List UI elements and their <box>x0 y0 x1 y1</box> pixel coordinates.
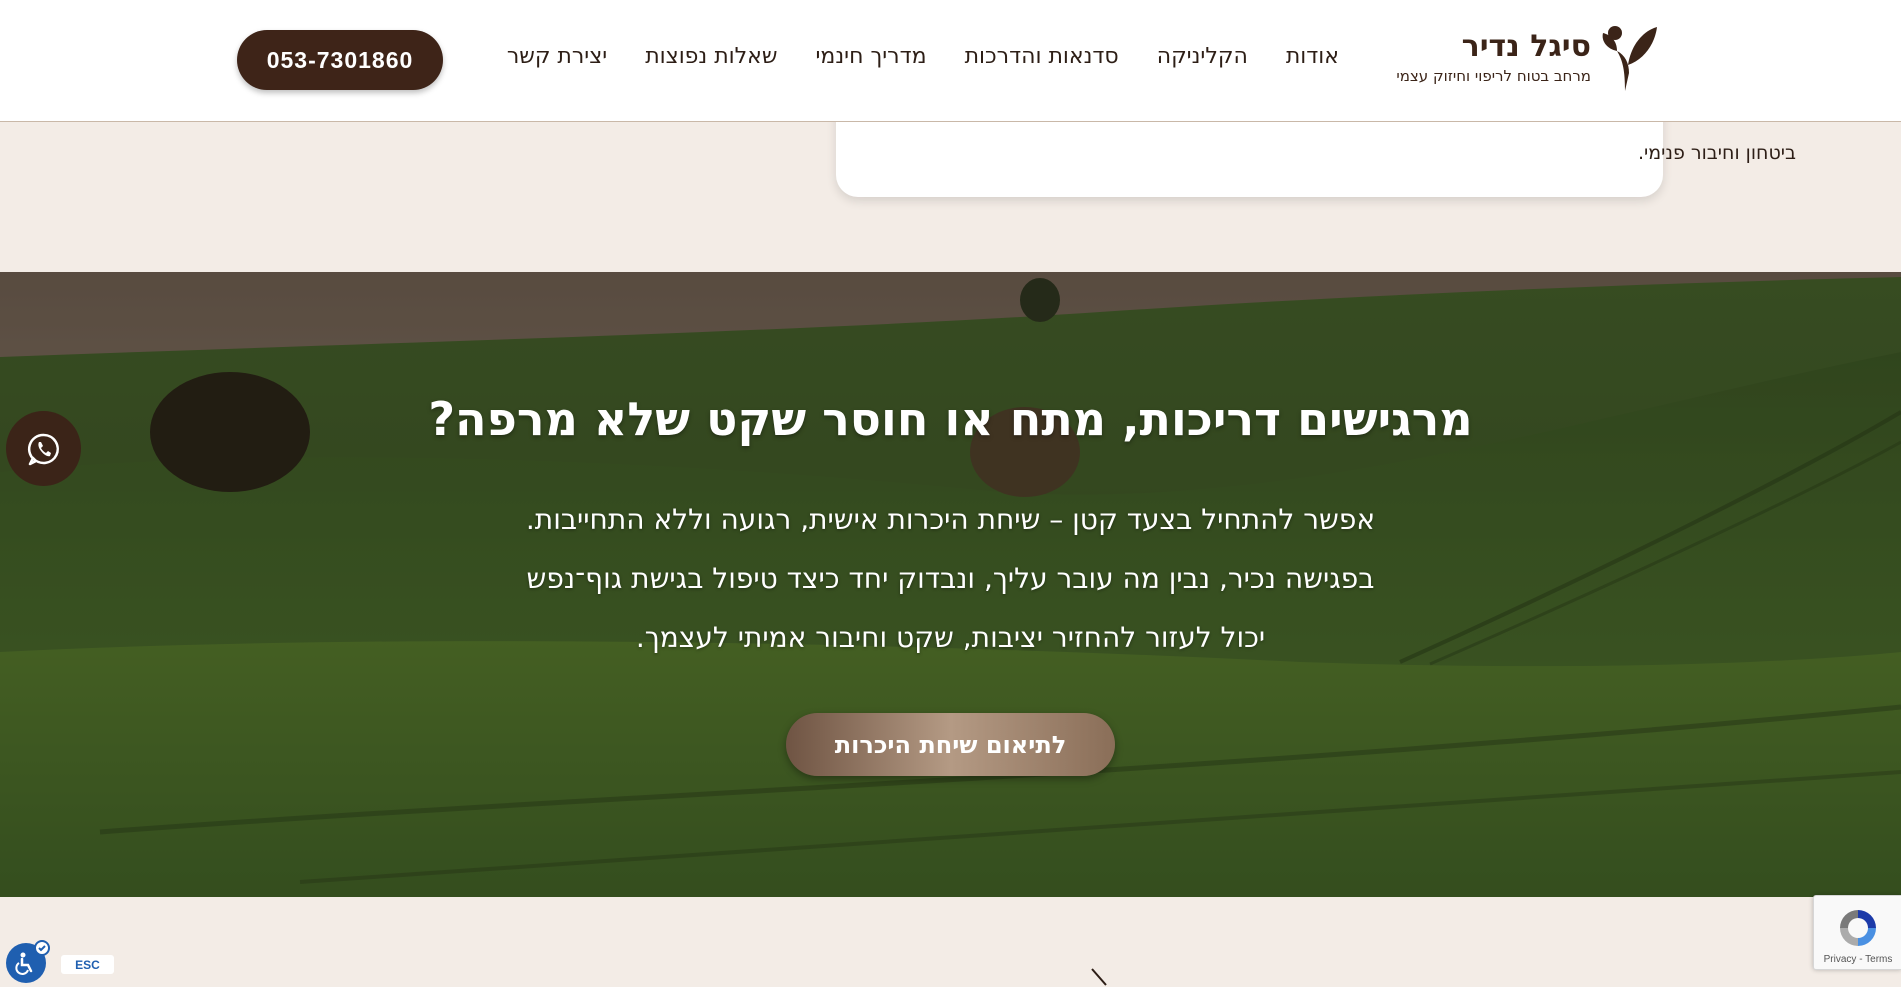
nav-item-clinic[interactable]: הקליניקה <box>1157 44 1248 69</box>
recaptcha-icon <box>1840 910 1876 946</box>
phone-button[interactable]: 053-7301860 <box>237 30 443 90</box>
site-logo[interactable]: סיגל נדיר מרחב בטוח לריפוי וחיזוק עצמי <box>1396 22 1661 92</box>
nav-item-workshops[interactable]: סדנאות והדרכות <box>965 44 1119 69</box>
nav-item-free-guide[interactable]: מדריך חינמי <box>815 44 926 69</box>
recaptcha-links[interactable]: Privacy - Terms <box>1814 954 1901 965</box>
hero-body-line: יכול לעזור להחזיר יציבות, שקט וחיבור אמי… <box>635 621 1266 654</box>
hero-section: מרגישים דריכות, מתח או חוסר שקט שלא מרפה… <box>0 272 1901 897</box>
hero-body-line: בפגישה נכיר, נבין מה עובר עליך, ונבדוק י… <box>526 562 1375 595</box>
recaptcha-badge[interactable]: Privacy - Terms <box>1813 895 1901 970</box>
whatsapp-icon <box>27 433 59 465</box>
hero-title: מרגישים דריכות, מתח או חוסר שקט שלא מרפה… <box>428 392 1473 446</box>
logo-subtitle: מרחב בטוח לריפוי וחיזוק עצמי <box>1396 67 1591 85</box>
esc-badge[interactable]: ESC <box>61 955 114 974</box>
sprout-logo-icon <box>1602 26 1657 91</box>
decorative-stroke-icon <box>1091 968 1107 986</box>
nav-item-contact[interactable]: יצירת קשר <box>507 44 607 69</box>
check-icon <box>34 940 50 956</box>
info-card-text: ביטחון וחיבור פנימי. <box>1637 142 1796 164</box>
main-nav: אודות הקליניקה סדנאות והדרכות מדריך חינמ… <box>507 44 1339 69</box>
whatsapp-button[interactable] <box>6 411 81 486</box>
logo-title: סיגל נדיר <box>1461 29 1591 64</box>
hero-body-line: אפשר להתחיל בצעד קטן – שיחת היכרות אישית… <box>525 503 1376 536</box>
site-header: סיגל נדיר מרחב בטוח לריפוי וחיזוק עצמי א… <box>0 0 1901 122</box>
accessibility-icon <box>15 952 33 975</box>
logo-text: סיגל נדיר מרחב בטוח לריפוי וחיזוק עצמי <box>1396 29 1591 85</box>
nav-item-faq[interactable]: שאלות נפוצות <box>645 44 777 69</box>
nav-item-about[interactable]: אודות <box>1286 44 1339 69</box>
hero-body: אפשר להתחיל בצעד קטן – שיחת היכרות אישית… <box>0 490 1901 667</box>
book-intro-call-button[interactable]: לתיאום שיחת היכרות <box>786 713 1115 776</box>
